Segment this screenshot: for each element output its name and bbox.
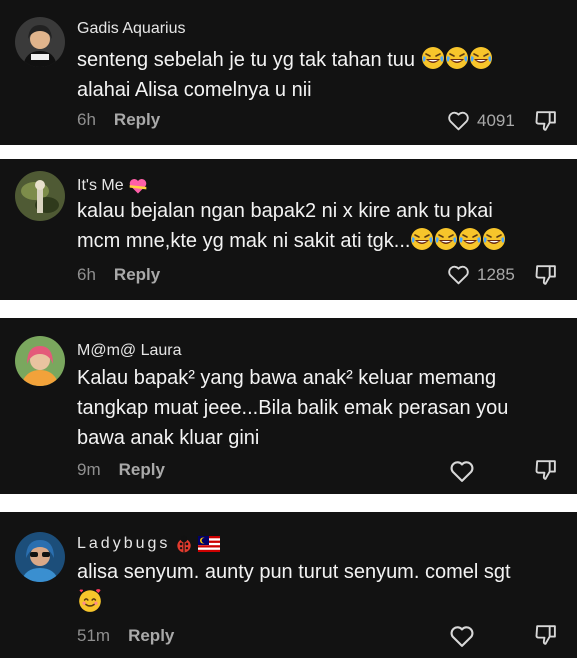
heart-outline-icon[interactable] [446, 108, 471, 133]
heart-outline-icon[interactable] [446, 262, 471, 287]
comment-meta: 6h Reply [77, 110, 160, 130]
laugh-emoji-icon [445, 46, 469, 70]
comment-text: alisa senyum. aunty pun turut senyum. co… [77, 557, 565, 618]
thumbs-down-icon[interactable] [533, 262, 558, 287]
laugh-emoji-icon [469, 46, 493, 70]
laugh-emoji-icon [421, 46, 445, 70]
like-button[interactable]: 4091 [446, 108, 515, 133]
timestamp: 51m [77, 626, 111, 645]
smiling-face-with-hearts-icon [77, 587, 103, 613]
dislike-button[interactable] [533, 622, 558, 647]
avatar[interactable] [15, 336, 65, 386]
like-count: 4091 [477, 110, 515, 130]
laugh-emoji-icon [410, 227, 434, 251]
laugh-emoji-icon [482, 227, 506, 251]
timestamp: 9m [77, 460, 101, 479]
like-count: 1285 [477, 264, 515, 284]
reply-button[interactable]: Reply [114, 110, 160, 130]
avatar[interactable] [15, 171, 65, 221]
comment-text: kalau bejalan ngan bapak2 ni x kire ank … [77, 196, 565, 256]
comment-card: Gadis Aquarius senteng sebelah je tu yg … [0, 0, 577, 145]
comment-card: M@m@ Laura Kalau bapak² yang bawa anak² … [0, 318, 577, 494]
author-name[interactable]: Ladybugs [77, 534, 221, 554]
dislike-button[interactable] [533, 262, 558, 287]
author-name[interactable]: M@m@ Laura [77, 342, 182, 360]
thumbs-down-icon[interactable] [533, 622, 558, 647]
like-button[interactable] [448, 622, 482, 650]
comment-text: Kalau bapak² yang bawa anak² keluar mema… [77, 367, 509, 449]
thumbs-down-icon[interactable] [533, 108, 558, 133]
comment-card: Ladybugs alisa senyum. aunty pun turut s… [0, 512, 577, 658]
dislike-button[interactable] [533, 457, 558, 482]
comment-card: It's Me kalau bejalan ngan bapak2 ni x k… [0, 159, 577, 300]
timestamp: 6h [77, 110, 96, 129]
comment-meta: 6h Reply [77, 265, 160, 285]
comment-meta: 51m Reply [77, 626, 174, 646]
dislike-button[interactable] [533, 108, 558, 133]
avatar[interactable] [15, 17, 65, 67]
heart-outline-icon[interactable] [448, 457, 476, 485]
laugh-emoji-icon [434, 227, 458, 251]
thumbs-down-icon[interactable] [533, 457, 558, 482]
comment-text: senteng sebelah je tu yg tak tahan tuu a… [77, 45, 565, 105]
timestamp: 6h [77, 265, 96, 284]
like-button[interactable]: 1285 [446, 262, 515, 287]
reply-button[interactable]: Reply [119, 460, 165, 480]
reply-button[interactable]: Reply [114, 265, 160, 285]
author-name[interactable]: Gadis Aquarius [77, 20, 186, 38]
author-name[interactable]: It's Me [77, 176, 148, 196]
ladybug-icon [177, 535, 192, 553]
laugh-emoji-icon [458, 227, 482, 251]
reply-button[interactable]: Reply [128, 626, 174, 646]
heart-with-ribbon-icon [128, 176, 148, 196]
like-button[interactable] [448, 457, 482, 485]
avatar[interactable] [15, 532, 65, 582]
malaysia-flag-icon [198, 536, 221, 552]
comment-meta: 9m Reply [77, 460, 165, 480]
heart-outline-icon[interactable] [448, 622, 476, 650]
